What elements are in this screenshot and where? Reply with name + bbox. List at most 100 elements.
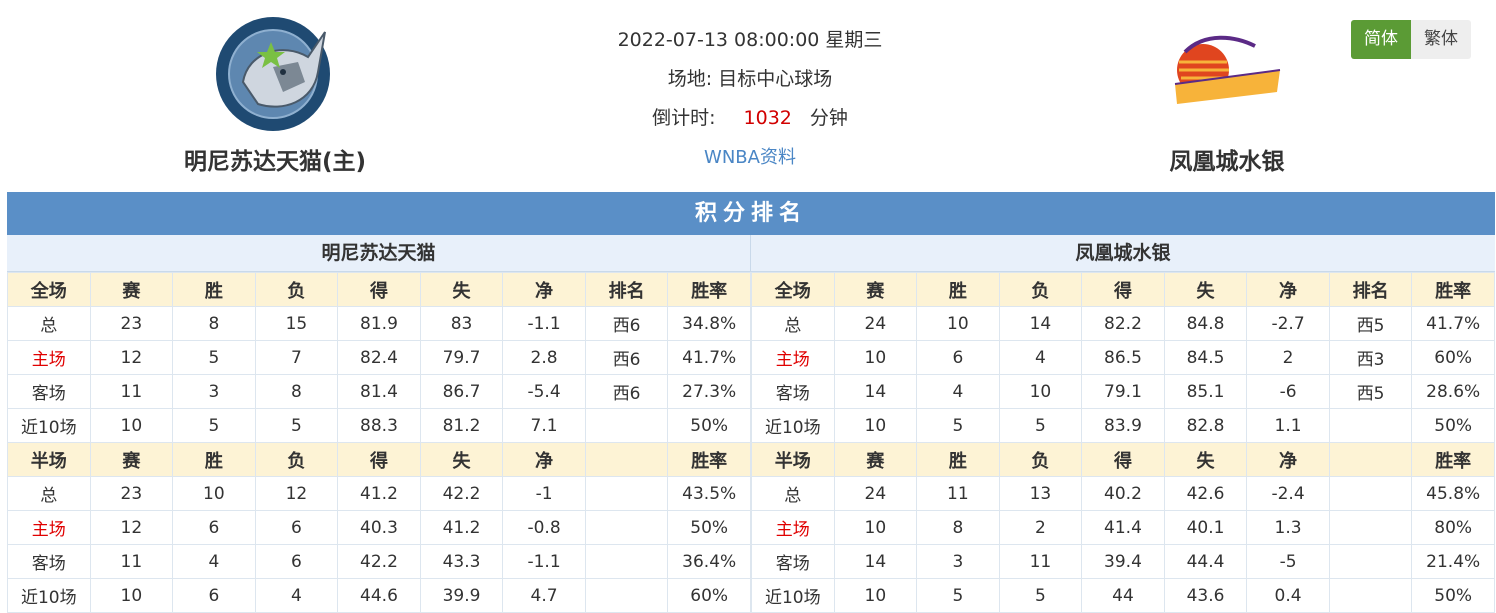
table-cell: 4 [998,340,1083,375]
table-cell: 西6 [584,374,669,409]
away-team-name[interactable]: 凤凰城水银 [1097,142,1357,176]
table-cell: 11 [998,544,1083,579]
table-cell: 12 [89,510,174,545]
row-label: 总 [751,306,835,341]
column-header: 排名 [1328,272,1413,307]
table-cell: 34.8% [667,306,751,341]
table-cell: 40.2 [1081,476,1165,511]
away-team[interactable]: 凤凰城水银 [1097,12,1357,176]
table-cell: 12 [254,476,339,511]
table-cell: 24 [833,476,918,511]
table-cell: 8 [254,374,339,409]
table-cell: 79.1 [1081,374,1165,409]
table-cell: 2.8 [502,340,586,375]
table-cell [584,476,669,511]
table-cell: 10 [833,510,918,545]
table-cell: 41.4 [1081,510,1165,545]
table-cell: 80% [1411,510,1495,545]
table-cell [584,510,669,545]
column-header: 赛 [833,272,918,307]
home-full-header-row: 全场赛胜负得失净排名 胜率 [7,272,751,307]
table-cell: 41.7% [667,340,751,375]
table-cell: 39.9 [419,578,504,613]
table-cell: -1.1 [502,306,586,341]
column-header: 净 [502,272,586,307]
table-cell: 45.8% [1411,476,1495,511]
home-team-name[interactable]: 明尼苏达天猫(主) [145,142,405,176]
home-team[interactable]: 明尼苏达天猫(主) [145,12,405,176]
countdown-unit: 分钟 [809,107,848,129]
table-cell: 41.2 [419,510,504,545]
match-datetime: 2022-07-13 08:00:00 星期三 [617,29,883,51]
countdown-label: 倒计时: [652,107,716,129]
table-row: 主场 12 6 6 40.3 41.2 -0.8 50% [7,510,751,545]
table-cell: 41.2 [337,476,421,511]
table-cell: 10 [172,476,256,511]
table-cell: 50% [667,510,751,545]
row-label: 客场 [7,544,91,579]
row-label: 近10场 [751,578,835,613]
table-cell: -2.7 [1246,306,1330,341]
table-cell: 7 [254,340,339,375]
table-row: 近10场 10 5 5 88.3 81.2 7.1 50% [7,408,751,443]
table-cell: 5 [172,340,256,375]
venue-value: 目标中心球场 [718,68,833,90]
table-cell [584,408,669,443]
table-cell: 8 [916,510,1000,545]
column-header: 胜 [916,272,1000,307]
column-header: 半场 [751,442,835,477]
column-header: 得 [337,442,421,477]
table-cell [1328,578,1413,613]
table-cell: 43.3 [419,544,504,579]
table-cell: 10 [89,578,174,613]
column-header: 得 [1081,442,1165,477]
language-toggle: 简体 繁体 [1351,20,1471,59]
column-header: 全场 [751,272,835,307]
table-cell: 81.2 [419,408,504,443]
traditional-chinese-button[interactable]: 繁体 [1411,20,1471,59]
table-cell: 6 [254,510,339,545]
home-standings-table: 全场赛胜负得失净排名 胜率总 23 8 15 81.9 83 -1.1 西6 34.8% 主场 12 5… [7,272,751,613]
table-cell: 6 [916,340,1000,375]
table-row: 客场 11 3 8 81.4 86.7 -5.4 西6 27.3% [7,374,751,409]
column-header: 净 [502,442,586,477]
table-cell: 82.2 [1081,306,1165,341]
table-cell: 44.4 [1163,544,1248,579]
table-cell: 43.6 [1163,578,1248,613]
table-cell: 23 [89,306,174,341]
table-cell: 2 [998,510,1083,545]
row-label: 近10场 [7,408,91,443]
column-header: 净 [1246,272,1330,307]
table-cell: 4 [254,578,339,613]
column-header [1328,442,1413,477]
away-standings: 凤凰城水银 全场赛胜负得失净排名 胜率总 24 10 14 82.2 84.8 -2.7 西5 4… [751,235,1495,613]
table-cell: -2.4 [1246,476,1330,511]
table-cell: 0.4 [1246,578,1330,613]
table-cell: 40.1 [1163,510,1248,545]
table-cell: 8 [172,306,256,341]
table-cell: 13 [998,476,1083,511]
table-cell: 42.6 [1163,476,1248,511]
table-cell: 14 [833,544,918,579]
table-cell: 10 [916,306,1000,341]
column-header: 胜率 [667,272,751,307]
table-cell: 5 [254,408,339,443]
table-cell: 81.9 [337,306,421,341]
column-header: 赛 [833,442,918,477]
column-header: 胜 [916,442,1000,477]
league-info-link[interactable]: WNBA资料 [704,147,796,168]
home-half-header-row: 半场赛胜负得失净 胜率 [7,442,751,477]
column-header: 胜率 [667,442,751,477]
column-header: 得 [337,272,421,307]
column-header: 得 [1081,272,1165,307]
table-cell: 7.1 [502,408,586,443]
row-label: 客场 [751,544,835,579]
row-label: 近10场 [7,578,91,613]
simplified-chinese-button[interactable]: 简体 [1351,20,1411,59]
table-cell: 11 [89,374,174,409]
column-header: 排名 [584,272,669,307]
table-cell: 4 [172,544,256,579]
column-header: 全场 [7,272,91,307]
table-cell: 10 [833,408,918,443]
table-cell: 西3 [1328,340,1413,375]
